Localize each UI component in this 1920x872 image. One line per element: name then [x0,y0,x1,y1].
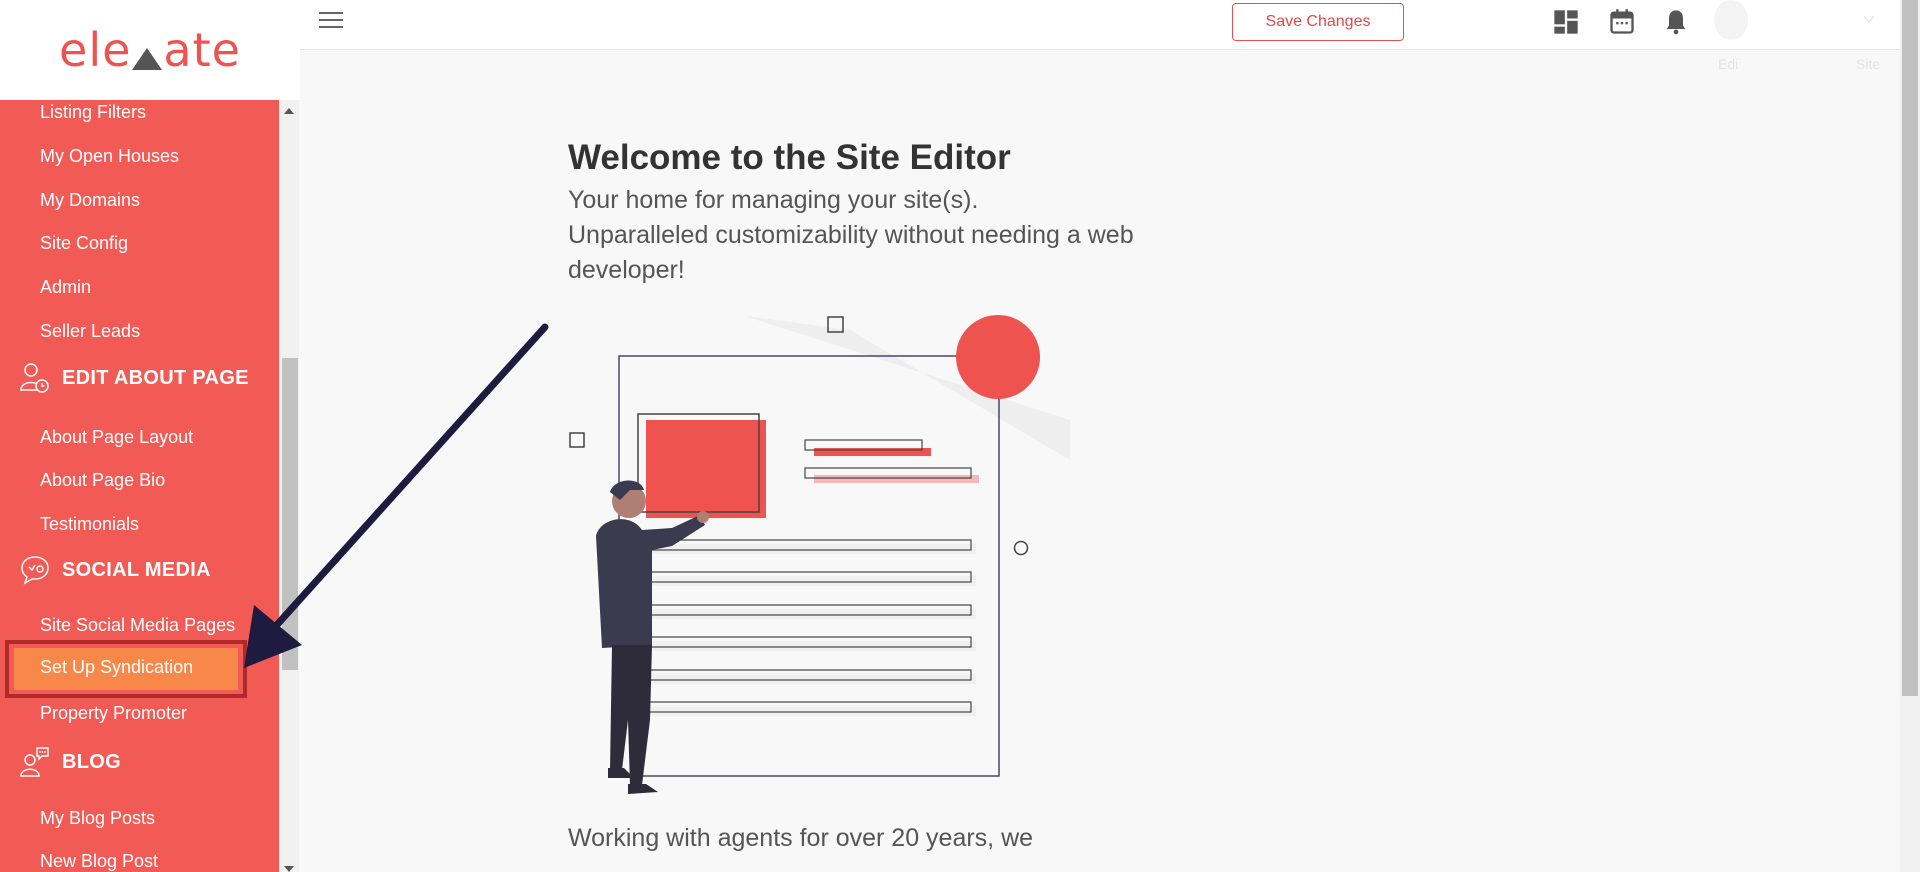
sidebar-item-about-page-bio[interactable]: About Page Bio [40,470,165,491]
user-clock-icon [20,363,49,393]
sidebar-item-site-config[interactable]: Site Config [40,233,128,254]
sidebar-item-admin[interactable]: Admin [40,277,91,298]
logo[interactable]: ele ate [0,0,300,100]
sidebar-item-seller-leads[interactable]: Seller Leads [40,321,140,342]
save-changes-button[interactable]: Save Changes [1232,3,1404,41]
site-editor-illustration [569,315,1070,794]
chevron-down-icon[interactable] [1862,12,1876,26]
logo-triangle-mark [132,48,163,70]
faded-edit-label: Edi [1718,56,1739,72]
section-social-media[interactable]: SOCIAL MEDIA [20,554,211,586]
sidebar-item-property-promoter[interactable]: Property Promoter [40,703,187,724]
top-bar [300,0,1900,50]
social-bubble-icon [21,556,49,585]
sidebar-item-set-up-syndication-label: Set Up Syndication [40,657,194,677]
user-chat-icon [20,747,49,777]
scroll-down-arrow-icon[interactable] [284,866,294,872]
scroll-up-arrow-icon[interactable] [284,108,294,114]
section-title: EDIT ABOUT PAGE [62,366,249,389]
sidebar-item-my-blog-posts[interactable]: My Blog Posts [40,808,155,829]
intro-paragraph-line-1: Working with agents for over 20 years, w… [568,824,1034,852]
main-scrollbar-thumb[interactable] [1902,0,1918,696]
hamburger-menu-icon[interactable] [319,12,343,30]
logo-text: ele ate [59,23,241,77]
section-title: BLOG [62,750,121,773]
sidebar-item-about-page-layout[interactable]: About Page Layout [40,427,193,448]
page-title: Welcome to the Site Editor [568,138,1011,177]
section-blog[interactable]: BLOG [20,746,121,778]
subtitle-line-1: Your home for managing your site(s). [568,186,979,214]
section-title: SOCIAL MEDIA [62,558,211,581]
avatar[interactable] [1714,0,1748,40]
subtitle-line-2: Unparalleled customizability without nee… [568,221,1134,249]
sidebar-item-my-domains[interactable]: My Domains [40,190,140,211]
section-edit-about-page[interactable]: EDIT ABOUT PAGE [20,362,249,394]
bell-icon[interactable] [1662,8,1690,36]
sidebar-item-site-social-media-pages[interactable]: Site Social Media Pages [40,615,235,636]
annotation-arrow [244,323,549,668]
faded-site-label: Site [1856,56,1881,72]
dashboard-icon[interactable] [1552,8,1580,36]
subtitle-line-3: developer! [568,256,685,284]
calendar-icon[interactable] [1608,8,1636,36]
sidebar-item-my-open-houses[interactable]: My Open Houses [40,146,179,167]
sidebar-item-new-blog-post[interactable]: New Blog Post [40,851,158,872]
sidebar-item-listing-filters[interactable]: Listing Filters [40,102,146,123]
sidebar-item-testimonials[interactable]: Testimonials [40,514,139,535]
